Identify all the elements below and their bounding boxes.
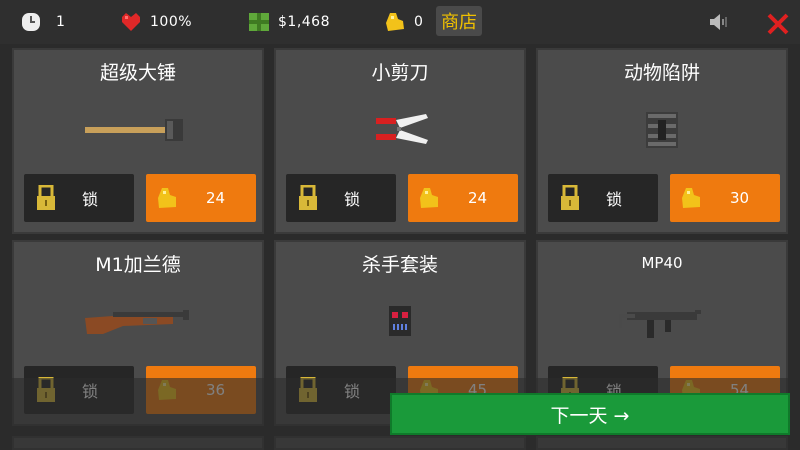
lock-label: 锁 [606,190,623,209]
shop-card-sledgehammer: 超级大锤 锁 24 [12,48,264,234]
next-day-button[interactable]: 下一天 → [390,393,790,435]
shop-button[interactable]: 商店 [436,6,482,36]
rifle-icon [85,310,189,334]
health-value: 100% [150,14,193,30]
scissors-icon [376,114,428,144]
close-icon[interactable] [766,12,790,36]
lock-button[interactable]: 锁 [24,174,134,222]
sledgehammer-icon [85,119,183,141]
card-title: M1加兰德 [95,254,181,276]
lock-label: 锁 [344,190,361,209]
heart-icon [122,13,140,31]
gold-value: 0 [414,14,424,30]
card-title: MP40 [641,254,683,272]
cash-icon [249,13,269,31]
lock-label: 锁 [82,190,99,209]
price-label: 24 [468,189,488,207]
lock-button[interactable]: 锁 [548,174,658,222]
gold-nugget-icon [682,188,700,208]
animal-trap-icon [646,112,678,148]
day-counter: 1 [20,0,65,44]
money-indicator: $1,468 [248,0,330,44]
shop-card-animal-trap: 动物陷阱 锁 30 [536,48,788,234]
money-value: $1,468 [278,14,330,30]
lock-button[interactable]: 锁 [286,174,396,222]
shop-card-scissors: 小剪刀 锁 24 [274,48,526,234]
buy-button[interactable]: 30 [670,174,780,222]
card-title: 超级大锤 [99,62,176,84]
card-title: 小剪刀 [371,62,429,84]
submachine-gun-icon [619,310,701,338]
day-count: 1 [56,14,66,30]
gold-indicator: 0 [384,0,423,44]
killer-mask-icon [389,306,411,336]
health-indicator: 100% [120,0,192,44]
gold-nugget-icon [158,188,176,208]
card-title: 动物陷阱 [623,62,700,84]
gold-nugget-icon [420,188,438,208]
padlock-icon [561,185,579,210]
padlock-icon [299,185,317,210]
clock-icon [22,13,40,31]
padlock-icon [37,185,55,210]
gold-nugget-icon [386,13,404,31]
top-hud: 1 100% $1,468 0 商店 [0,0,800,44]
price-label: 24 [206,189,226,207]
price-label: 30 [730,189,750,207]
speaker-icon[interactable] [709,12,729,32]
card-title: 杀手套装 [361,254,438,276]
buy-button[interactable]: 24 [146,174,256,222]
buy-button[interactable]: 24 [408,174,518,222]
